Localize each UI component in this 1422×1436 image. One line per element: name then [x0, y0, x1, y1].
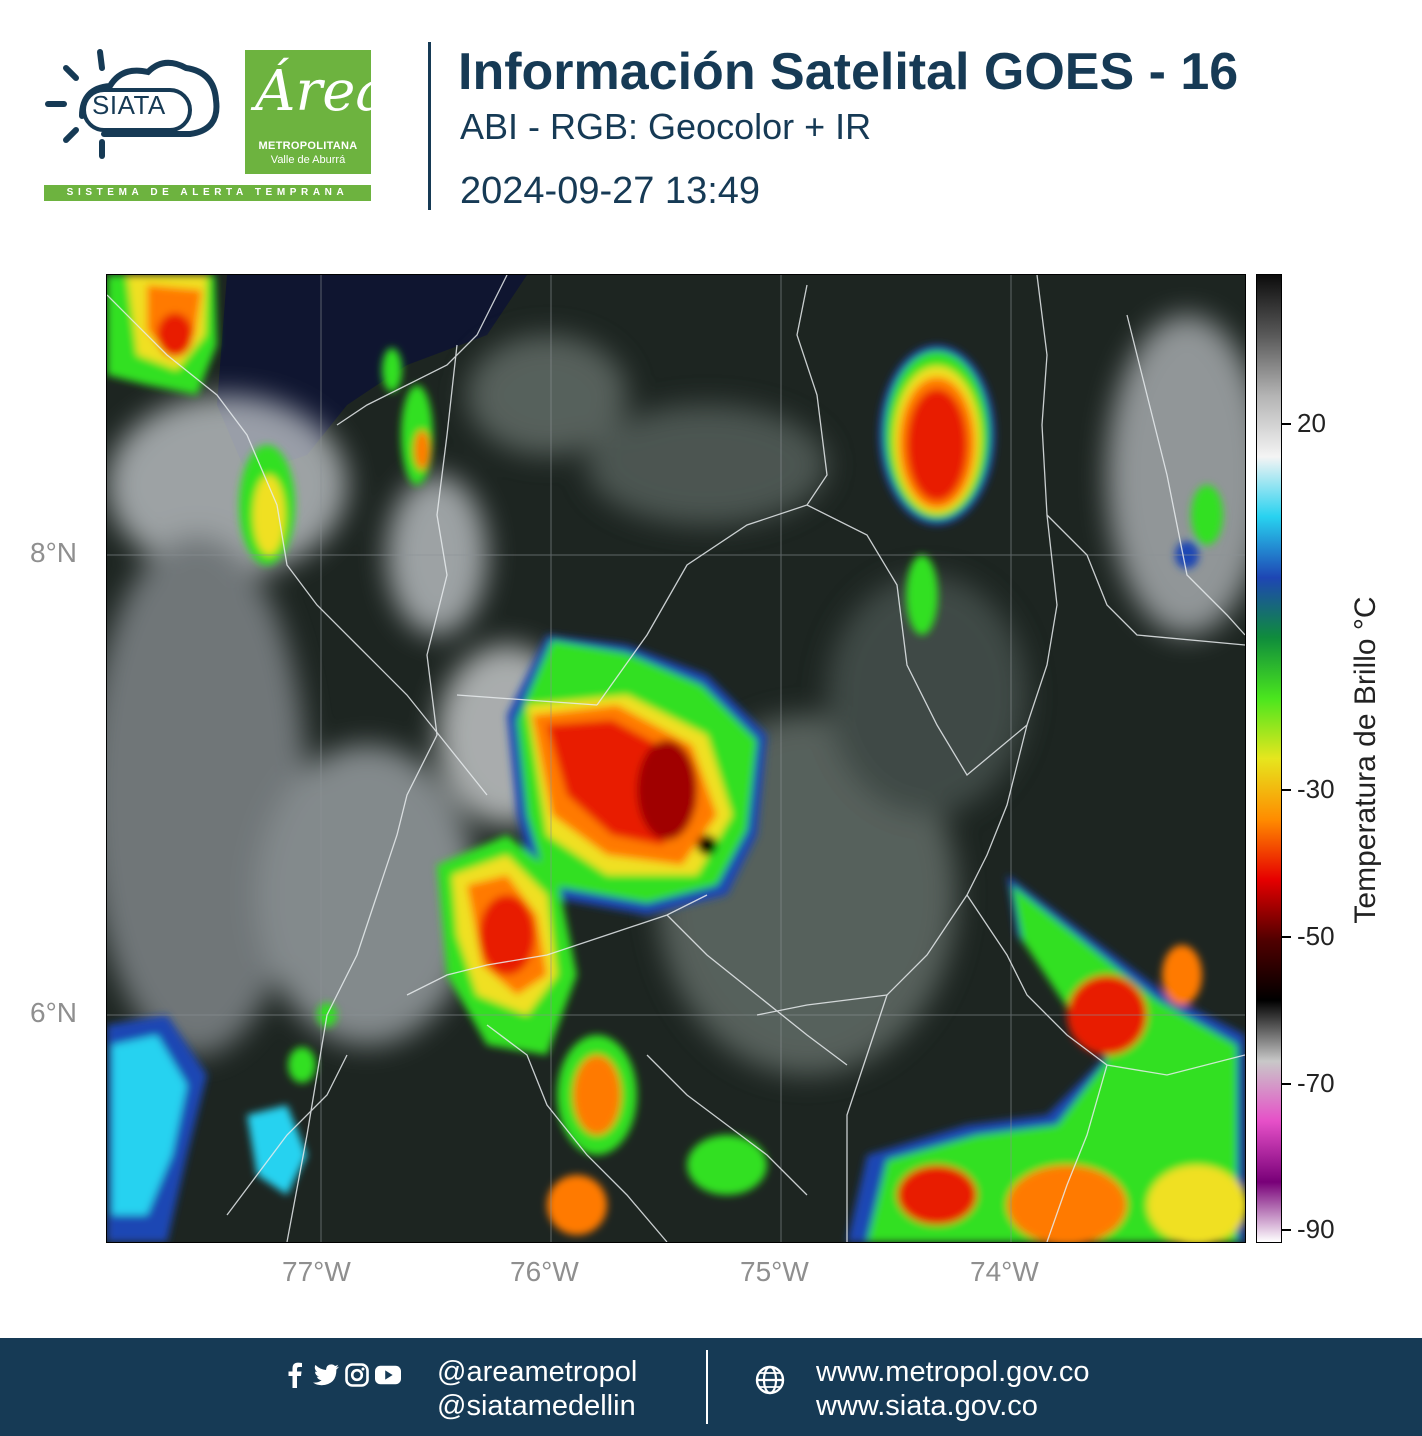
image-timestamp: 2024-09-27 13:49: [460, 170, 761, 212]
lon-label-76w: 76°W: [510, 1256, 579, 1287]
area-logo-valle: Valle de Aburrá: [270, 154, 346, 166]
footer-divider: [706, 1350, 708, 1424]
handle-areametropol[interactable]: @areametropol: [437, 1356, 637, 1389]
handle-siatamedellin[interactable]: @siatamedellin: [437, 1390, 636, 1423]
satellite-map: [106, 274, 1246, 1243]
lon-label-75w: 75°W: [740, 1256, 809, 1287]
page-title: Información Satelital GOES - 16: [458, 43, 1239, 101]
social-icons: [282, 1362, 401, 1388]
footer: [0, 1338, 1422, 1436]
colorbar-tick: [1281, 423, 1291, 425]
siata-logo-text: SIATA: [92, 90, 166, 120]
colorbar-label-minus90: -90: [1297, 1214, 1335, 1244]
instagram-icon[interactable]: [344, 1362, 370, 1388]
url-siata[interactable]: www.siata.gov.co: [816, 1390, 1038, 1423]
lon-label-77w: 77°W: [282, 1256, 351, 1287]
colorbar-title: Temperatura de Brillo °C: [1349, 596, 1382, 924]
area-logo-metropolitana: METROPOLITANA: [258, 140, 358, 152]
lat-label-8n: 8°N: [30, 537, 77, 568]
lat-label-6n: 6°N: [30, 997, 77, 1028]
brightness-temp-colorbar: [1256, 274, 1282, 1243]
colorbar-label-20: 20: [1297, 408, 1326, 438]
area-metropolitana-logo: Área METROPOLITANA Valle de Aburrá: [245, 50, 389, 174]
area-logo-script: Área: [255, 59, 389, 124]
url-metropol[interactable]: www.metropol.gov.co: [816, 1356, 1089, 1389]
colorbar-label-minus30: -30: [1297, 774, 1335, 804]
colorbar-label-minus50: -50: [1297, 921, 1335, 951]
colorbar-label-minus70: -70: [1297, 1068, 1335, 1098]
globe-icon: [755, 1365, 785, 1395]
youtube-icon[interactable]: [375, 1362, 401, 1388]
satellite-map-canvas: [107, 275, 1245, 1242]
page-subtitle: ABI - RGB: Geocolor + IR: [460, 106, 872, 147]
colorbar-tick: [1281, 1229, 1291, 1231]
colorbar-tick: [1281, 1083, 1291, 1085]
colorbar-tick: [1281, 936, 1291, 938]
header-divider: [428, 42, 431, 210]
colorbar-tick: [1281, 789, 1291, 791]
facebook-icon[interactable]: [282, 1362, 308, 1388]
twitter-icon[interactable]: [313, 1362, 339, 1388]
alert-system-tagline: SISTEMA DE ALERTA TEMPRANA: [44, 185, 371, 201]
lon-label-74w: 74°W: [970, 1256, 1039, 1287]
